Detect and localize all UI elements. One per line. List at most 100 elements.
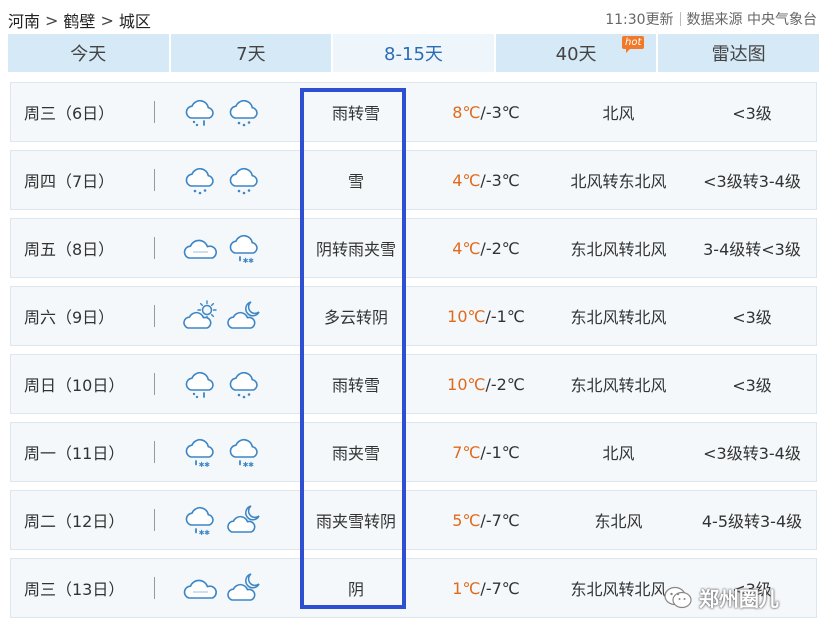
weather-icons	[183, 355, 293, 413]
forecast-day: 周三（13日）	[24, 580, 125, 599]
temperature-low: -2℃	[485, 238, 520, 258]
forecast-row: 周三（6日） 雨转雪 8℃ / -3℃ 北风 <3级	[10, 82, 817, 142]
weather-icons	[183, 559, 293, 617]
snow-icon	[229, 167, 258, 195]
tab-radar[interactable]: 雷达图	[658, 34, 819, 72]
temperature-range: 10℃ / -2℃	[421, 355, 551, 413]
column-divider	[154, 373, 155, 395]
snow-icon	[185, 167, 214, 195]
breadcrumb: 河南 > 鹤壁 > 城区	[8, 8, 151, 32]
cloudy-icon	[183, 239, 217, 259]
temperature-low: -3℃	[485, 170, 520, 190]
weather-icons	[183, 83, 293, 141]
temperature-high: 4℃	[452, 238, 481, 258]
partly-cloudy-night-icon	[227, 301, 260, 329]
temperature-high: 1℃	[452, 578, 481, 598]
forecast-day: 周一（11日）	[24, 444, 125, 463]
rain-snow-icon	[185, 371, 214, 399]
tab-label: 今天	[70, 44, 107, 65]
temperature-high: 7℃	[452, 442, 481, 462]
wind-level: <3级	[732, 104, 772, 123]
forecast-day: 周二（12日）	[24, 512, 125, 531]
hot-badge: hot	[621, 36, 645, 53]
data-source: 数据来源 中央气象台	[686, 12, 817, 28]
column-divider	[154, 101, 155, 123]
update-meta: 11:30更新 数据来源 中央气象台	[605, 9, 817, 29]
snow-icon	[229, 99, 258, 127]
weather-icons: ✱ ✱	[183, 491, 293, 549]
wind-direction: 东北风转北风	[570, 308, 667, 327]
weather-description: 雪	[347, 172, 364, 191]
sleet-icon: ✱ ✱	[185, 438, 214, 469]
sleet-icon: ✱ ✱	[229, 234, 258, 265]
temperature-low: -3℃	[485, 102, 520, 122]
tab-7-days[interactable]: 7天	[170, 34, 332, 72]
tab-label: 7天	[236, 44, 266, 65]
temperature-low: -7℃	[485, 510, 520, 530]
partly-cloudy-night-icon	[227, 505, 260, 533]
temperature-low: -7℃	[485, 578, 520, 598]
temperature-range: 1℃ / -7℃	[421, 559, 551, 617]
tab-today[interactable]: 今天	[8, 34, 169, 72]
breadcrumb-city[interactable]: 鹤壁	[63, 8, 95, 32]
wind-direction: 东北风转北风	[570, 376, 667, 395]
wind-level: 3-4级转<3级	[703, 240, 801, 259]
weather-icons	[183, 287, 293, 345]
temperature-low: -1℃	[490, 306, 525, 326]
weather-description: 雨夹雪	[331, 444, 380, 463]
wind-direction: 北风	[602, 104, 635, 123]
forecast-row: 周五（8日） ✱ ✱ 阴转雨夹雪 4℃ / -2℃ 东北风转北风 3-4级转<3级	[10, 218, 817, 278]
forecast-day: 周日（10日）	[24, 376, 125, 395]
weather-icons: ✱ ✱ ✱ ✱	[183, 423, 293, 481]
wind-direction: 东北风	[594, 512, 643, 531]
temperature-range: 10℃ / -1℃	[421, 287, 551, 345]
meta-divider	[679, 12, 681, 26]
temperature-high: 5℃	[452, 510, 481, 530]
column-divider	[154, 169, 155, 191]
watermark: 郑州圈儿	[663, 583, 779, 612]
tab-label: 雷达图	[711, 44, 766, 65]
forecast-day: 周四（7日）	[24, 172, 115, 191]
updated-time: 11:30更新	[605, 12, 674, 28]
watermark-text: 郑州圈儿	[699, 587, 779, 611]
temperature-range: 4℃ / -2℃	[421, 219, 551, 277]
temperature-high: 10℃	[447, 306, 486, 326]
svg-text:✱: ✱	[248, 461, 254, 469]
tab-label: 8-15天	[384, 44, 443, 65]
wind-level: <3级转3-4级	[703, 444, 801, 463]
temperature-low: -2℃	[490, 374, 525, 394]
column-divider	[154, 509, 155, 531]
svg-text:✱: ✱	[204, 529, 210, 537]
weather-description: 雨转雪	[331, 376, 380, 395]
column-divider	[154, 577, 155, 599]
column-divider	[154, 237, 155, 259]
temperature-range: 7℃ / -1℃	[421, 423, 551, 481]
tab-40-days[interactable]: 40天 hot	[495, 34, 657, 72]
svg-text:✱: ✱	[248, 257, 254, 265]
wind-level: <3级	[732, 308, 772, 327]
sleet-icon: ✱ ✱	[185, 506, 214, 537]
breadcrumb-separator: >	[100, 10, 114, 30]
breadcrumb-province[interactable]: 河南	[8, 8, 40, 32]
column-divider	[154, 441, 155, 463]
forecast-row: 周二（12日） ✱ ✱ 雨夹雪转阴 5℃ / -7℃ 东北风 4-5级转3-4级	[10, 490, 817, 550]
tab-8-15-days[interactable]: 8-15天	[333, 34, 494, 72]
top-bar: 河南 > 鹤壁 > 城区 11:30更新 数据来源 中央气象台	[0, 0, 827, 34]
temperature-high: 8℃	[452, 102, 481, 122]
temperature-high: 10℃	[447, 374, 486, 394]
weather-icons: ✱ ✱	[183, 219, 293, 277]
weather-icons	[183, 151, 293, 209]
forecast-row: 周四（7日） 雪 4℃ / -3℃ 北风转东北风 <3级转3-4级	[10, 150, 817, 210]
column-divider	[154, 305, 155, 327]
wind-direction: 北风	[602, 444, 635, 463]
wind-direction: 东北风转北风	[570, 240, 667, 259]
breadcrumb-district: 城区	[118, 12, 151, 31]
forecast-row: 周一（11日） ✱ ✱ ✱ ✱ 雨夹雪 7℃ / -1℃ 北风 <3级转3-4级	[10, 422, 817, 482]
wind-level: <3级转3-4级	[703, 172, 801, 191]
forecast-day: 周三（6日）	[24, 104, 115, 123]
temperature-range: 5℃ / -7℃	[421, 491, 551, 549]
breadcrumb-separator: >	[45, 10, 59, 30]
forecast-list: 周三（6日） 雨转雪 8℃ / -3℃ 北风 <3级 周四（7日） 雪 4℃ / -3℃…	[10, 82, 817, 626]
wind-direction: 北风转东北风	[570, 172, 667, 191]
wind-level: 4-5级转3-4级	[701, 512, 803, 531]
